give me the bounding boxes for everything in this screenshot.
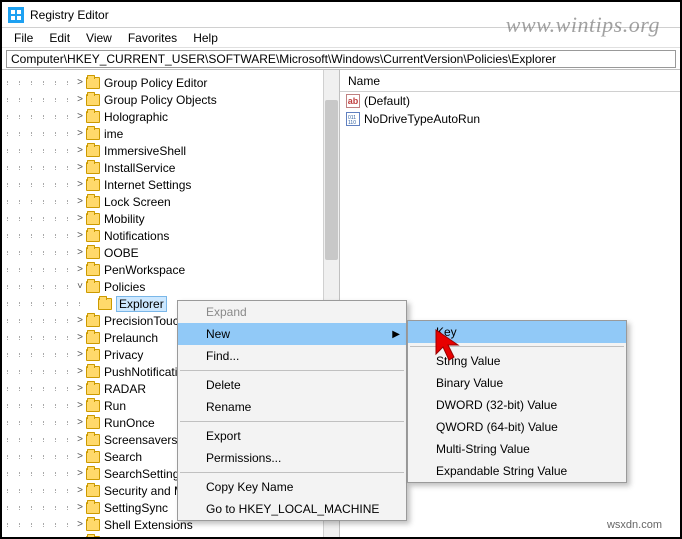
folder-icon [86, 162, 100, 174]
folder-icon [86, 332, 100, 344]
registry-editor-window: Registry Editor File Edit View Favorites… [0, 0, 682, 539]
tree-item[interactable]: >Mobility [2, 210, 339, 227]
tree-item[interactable]: >Notifications [2, 227, 339, 244]
folder-icon [86, 145, 100, 157]
folder-icon [86, 349, 100, 361]
value-name: NoDriveTypeAutoRun [364, 112, 480, 126]
credit: wsxdn.com [607, 519, 662, 531]
address-input[interactable] [6, 50, 676, 68]
titlebar[interactable]: Registry Editor [2, 2, 680, 28]
separator [180, 472, 404, 473]
address-bar [2, 48, 680, 70]
value-row[interactable]: 011110 NoDriveTypeAutoRun [340, 110, 680, 128]
separator [180, 370, 404, 371]
menubar: File Edit View Favorites Help [2, 28, 680, 48]
folder-icon [86, 400, 100, 412]
folder-icon [86, 264, 100, 276]
ctx-new-qword[interactable]: QWORD (64-bit) Value [408, 416, 626, 438]
submenu-arrow-icon: ▶ [392, 329, 400, 340]
folder-icon [86, 519, 100, 531]
menu-favorites[interactable]: Favorites [120, 29, 185, 47]
context-submenu-new: Key String Value Binary Value DWORD (32-… [407, 320, 627, 483]
ctx-permissions[interactable]: Permissions... [178, 447, 406, 469]
window-title: Registry Editor [30, 8, 109, 22]
string-value-icon: ab [346, 94, 360, 108]
ctx-goto-hklm[interactable]: Go to HKEY_LOCAL_MACHINE [178, 498, 406, 520]
value-name: (Default) [364, 94, 410, 108]
folder-icon [86, 315, 100, 327]
tree-item[interactable]: >InstallService [2, 159, 339, 176]
tree-item[interactable]: >Holographic [2, 108, 339, 125]
tree-item[interactable]: >PenWorkspace [2, 261, 339, 278]
folder-icon [86, 281, 100, 293]
folder-icon [86, 77, 100, 89]
tree-item[interactable]: >Internet Settings [2, 176, 339, 193]
tree-item[interactable]: >ime [2, 125, 339, 142]
folder-icon [98, 298, 112, 310]
folder-icon [86, 179, 100, 191]
dword-value-icon: 011110 [346, 112, 360, 126]
folder-icon [86, 213, 100, 225]
folder-icon [86, 434, 100, 446]
folder-icon [86, 128, 100, 140]
folder-icon [86, 366, 100, 378]
scrollbar-thumb[interactable] [325, 100, 338, 260]
ctx-new-multi[interactable]: Multi-String Value [408, 438, 626, 460]
regedit-icon [8, 7, 24, 23]
value-row[interactable]: ab (Default) [340, 92, 680, 110]
tree-item[interactable]: >Group Policy Editor [2, 74, 339, 91]
folder-icon [86, 94, 100, 106]
folder-icon [86, 502, 100, 514]
column-name[interactable]: Name [340, 74, 388, 88]
separator [180, 421, 404, 422]
folder-icon [86, 417, 100, 429]
tree-item[interactable]: >OOBE [2, 244, 339, 261]
ctx-new[interactable]: New▶ [178, 323, 406, 345]
folder-icon [86, 536, 100, 538]
folder-icon [86, 111, 100, 123]
menu-view[interactable]: View [78, 29, 120, 47]
folder-icon [86, 196, 100, 208]
folder-icon [86, 247, 100, 259]
ctx-export[interactable]: Export [178, 425, 406, 447]
context-menu: Expand New▶ Find... Delete Rename Export… [177, 300, 407, 521]
folder-icon [86, 451, 100, 463]
tree-item[interactable]: >SignalManager [2, 533, 339, 537]
ctx-new-key[interactable]: Key [408, 321, 626, 343]
ctx-new-binary[interactable]: Binary Value [408, 372, 626, 394]
ctx-copy-key-name[interactable]: Copy Key Name [178, 476, 406, 498]
separator [410, 346, 624, 347]
folder-icon [86, 468, 100, 480]
menu-edit[interactable]: Edit [41, 29, 78, 47]
ctx-new-string[interactable]: String Value [408, 350, 626, 372]
menu-file[interactable]: File [6, 29, 41, 47]
folder-icon [86, 383, 100, 395]
ctx-expand[interactable]: Expand [178, 301, 406, 323]
ctx-delete[interactable]: Delete [178, 374, 406, 396]
folder-icon [86, 230, 100, 242]
tree-item[interactable]: >Group Policy Objects [2, 91, 339, 108]
ctx-find[interactable]: Find... [178, 345, 406, 367]
svg-text:110: 110 [348, 120, 356, 124]
ctx-new-expand[interactable]: Expandable String Value [408, 460, 626, 482]
tree-item[interactable]: >Lock Screen [2, 193, 339, 210]
tree-item[interactable]: >ImmersiveShell [2, 142, 339, 159]
folder-icon [86, 485, 100, 497]
ctx-new-dword[interactable]: DWORD (32-bit) Value [408, 394, 626, 416]
menu-help[interactable]: Help [185, 29, 226, 47]
tree-item[interactable]: ˅Policies [2, 278, 339, 295]
ctx-rename[interactable]: Rename [178, 396, 406, 418]
values-header[interactable]: Name [340, 70, 680, 92]
